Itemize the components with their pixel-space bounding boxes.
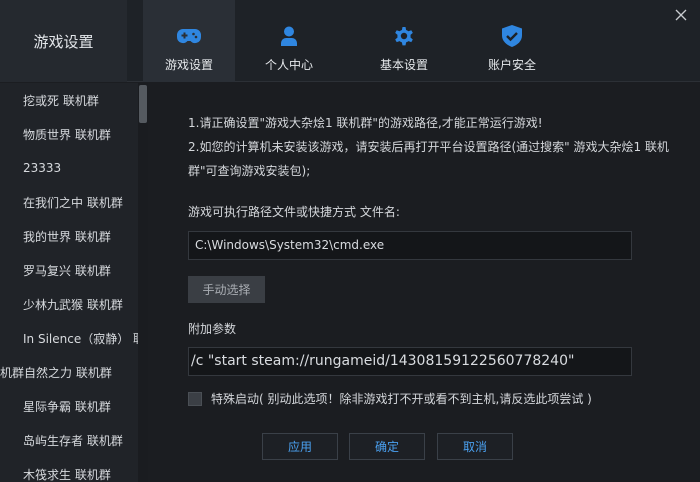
scroll-thumb[interactable] — [139, 85, 147, 123]
apply-button[interactable]: 应用 — [262, 433, 338, 460]
sidebar-item[interactable]: 我的世界 联机群 — [0, 219, 138, 253]
sidebar-item[interactable]: 星际争霸 联机群 — [0, 389, 138, 423]
manual-select-button[interactable]: 手动选择 — [188, 276, 265, 303]
tab-game-settings[interactable]: 游戏设置 — [143, 0, 235, 82]
game-settings-panel: 1.请正确设置"游戏大杂烩1 联机群"的游戏路径,才能正常运行游戏! 2.如您的… — [149, 83, 700, 482]
window-title: 游戏设置 — [0, 0, 127, 82]
top-bar: 游戏设置 游戏设置 个人中心 基本设置 账户安全 — [0, 0, 700, 82]
sidebar-item[interactable]: 罗马复兴 联机群 — [0, 253, 138, 287]
special-launch-label: 特殊启动( 别动此选项！除非游戏打不开或看不到主机,请反选此项尝试 ) — [211, 392, 592, 406]
user-icon — [276, 24, 302, 48]
gear-icon — [391, 24, 417, 48]
tab-basic-settings[interactable]: 基本设置 — [358, 0, 450, 82]
shield-check-icon — [499, 24, 525, 48]
close-button[interactable] — [672, 6, 690, 24]
sidebar-scrollbar[interactable] — [138, 83, 148, 482]
sidebar-item[interactable]: 物质世界 联机群 — [0, 117, 138, 151]
sidebar: 挖或死 联机群 物质世界 联机群 23333 在我们之中 联机群 我的世界 联机… — [0, 83, 148, 482]
tab-personal-center[interactable]: 个人中心 — [243, 0, 335, 82]
sidebar-item[interactable]: 少林九武猴 联机群 — [0, 287, 138, 321]
gamepad-icon — [176, 24, 202, 48]
sidebar-item[interactable]: 机群自然之力 联机群 — [0, 355, 138, 389]
tab-label: 游戏设置 — [164, 58, 213, 72]
tab-account-security[interactable]: 账户安全 — [466, 0, 558, 82]
ok-button[interactable]: 确定 — [349, 433, 425, 460]
special-launch-row: 特殊启动( 别动此选项！除非游戏打不开或看不到主机,请反选此项尝试 ) — [188, 390, 592, 407]
sidebar-item[interactable]: In Silence（寂静） 联 — [0, 321, 138, 355]
cancel-button[interactable]: 取消 — [437, 433, 513, 460]
params-label: 附加参数 — [188, 322, 237, 336]
notice-line-1: 1.请正确设置"游戏大杂烩1 联机群"的游戏路径,才能正常运行游戏! — [188, 116, 543, 130]
params-field[interactable]: /c "start steam://rungameid/143081591225… — [188, 347, 632, 376]
tab-label: 账户安全 — [487, 58, 536, 72]
close-icon — [675, 9, 687, 21]
tab-label: 基本设置 — [379, 58, 428, 72]
notice-line-2: 2.如您的计算机未安装该游戏，请安装后再打开平台设置路径(通过搜索" 游戏大杂烩… — [188, 140, 669, 178]
sidebar-item[interactable]: 在我们之中 联机群 — [0, 185, 138, 219]
exe-path-field[interactable]: C:\Windows\System32\cmd.exe — [188, 231, 632, 260]
sidebar-item[interactable]: 岛屿生存者 联机群 — [0, 423, 138, 457]
sidebar-item[interactable]: 23333 — [0, 151, 138, 185]
sidebar-item[interactable]: 挖或死 联机群 — [0, 83, 138, 117]
special-launch-checkbox[interactable] — [188, 391, 202, 406]
sidebar-item[interactable]: 木筏求生 联机群 — [0, 457, 138, 482]
tab-label: 个人中心 — [264, 58, 313, 72]
exe-path-label: 游戏可执行路径文件或快捷方式 文件名: — [188, 205, 400, 219]
